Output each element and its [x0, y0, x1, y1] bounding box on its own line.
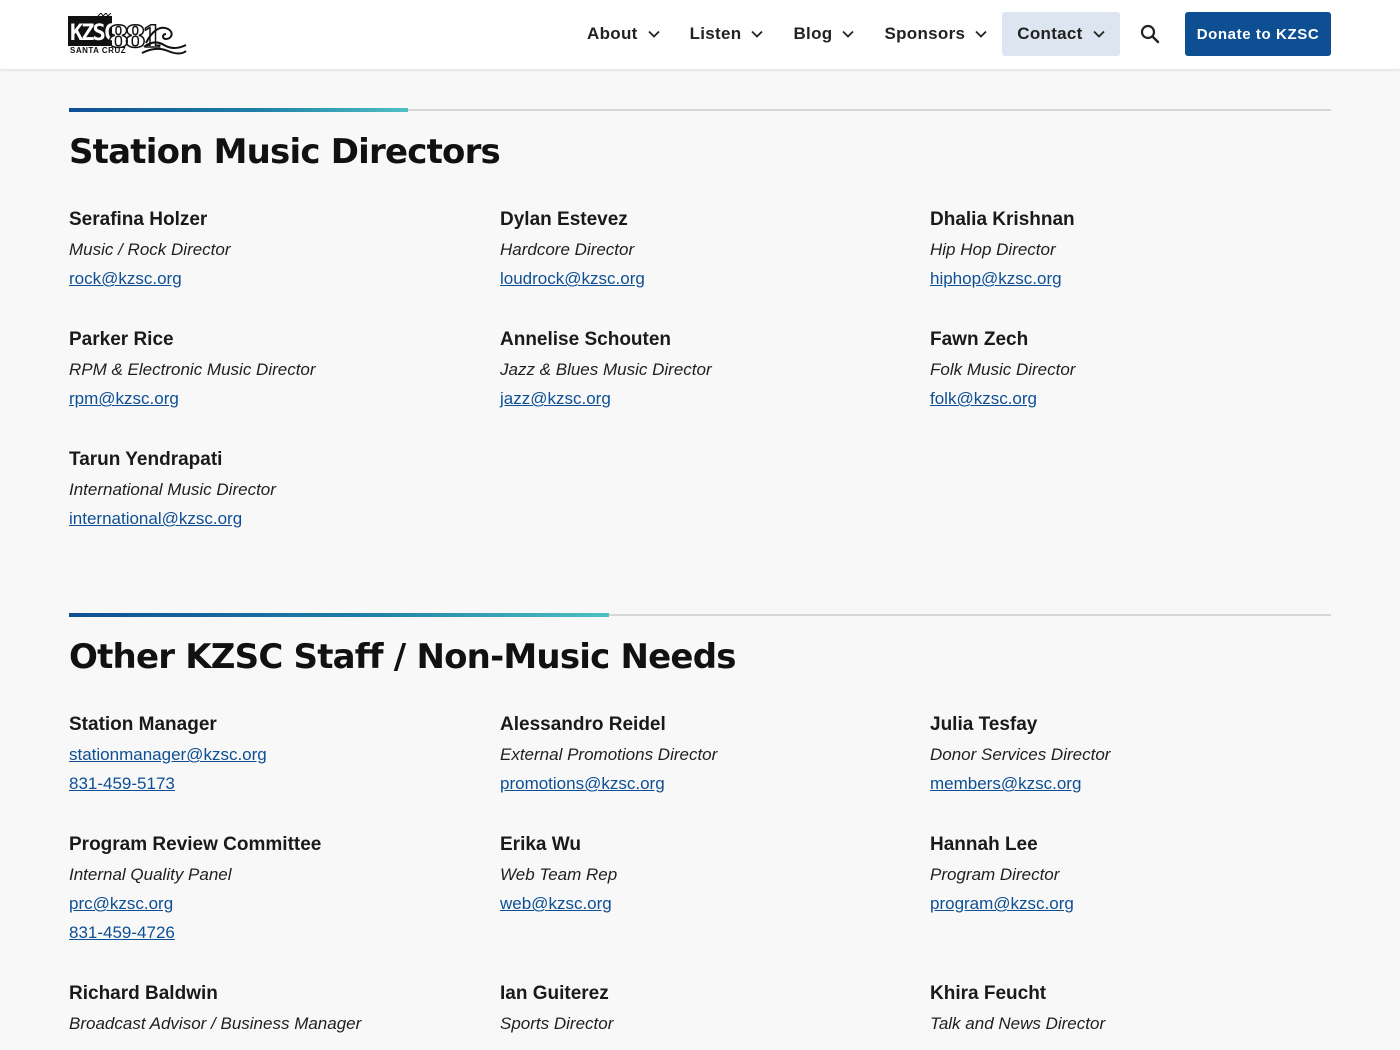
chevron-down-icon: [751, 30, 764, 38]
person-role: Talk and News Director: [930, 1014, 1106, 1033]
nav-about[interactable]: About: [572, 12, 675, 56]
person-card: Alessandro Reidel External Promotions Di…: [500, 713, 920, 796]
search-icon: [1140, 24, 1159, 44]
person-name: Parker Rice: [69, 329, 174, 350]
email-link[interactable]: stationmanager@kzsc.org: [69, 743, 489, 767]
person-role: Broadcast Advisor / Business Manager: [69, 1014, 362, 1033]
nav-listen[interactable]: Listen: [675, 12, 779, 56]
chevron-down-icon: [1093, 30, 1105, 38]
nav-sponsors[interactable]: Sponsors: [869, 12, 1002, 56]
person-role: Web Team Rep: [500, 865, 618, 884]
person-card: Dhalia Krishnan Hip Hop Director hiphop@…: [930, 208, 1350, 291]
person-role: Hip Hop Director: [930, 240, 1056, 259]
person-role: External Promotions Director: [500, 745, 718, 764]
person-role: Program Director: [930, 865, 1060, 884]
email-link[interactable]: program@kzsc.org: [930, 892, 1350, 916]
person-card: Ian Guiterez Sports Director: [500, 982, 920, 1036]
person-card: Khira Feucht Talk and News Director: [930, 982, 1350, 1036]
nav-blog-label: Blog: [793, 24, 833, 43]
main-nav: About Listen Blog Sponsors Contact: [572, 12, 1178, 56]
section-other-staff: Other KZSC Staff / Non-Music Needs Stati…: [69, 613, 1331, 1033]
person-role: Folk Music Director: [930, 360, 1076, 379]
nav-sponsors-label: Sponsors: [884, 24, 966, 43]
email-link[interactable]: international@kzsc.org: [69, 507, 489, 531]
section-music-directors: Station Music Directors Serafina Holzer …: [69, 108, 1331, 528]
person-card: Tarun Yendrapati International Music Dir…: [69, 448, 489, 531]
person-name: Annelise Schouten: [500, 329, 672, 350]
chevron-down-icon: [842, 30, 855, 38]
person-name: Erika Wu: [500, 834, 581, 855]
person-name: Fawn Zech: [930, 329, 1029, 350]
person-card: Annelise Schouten Jazz & Blues Music Dir…: [500, 328, 920, 411]
person-role: Music / Rock Director: [69, 240, 231, 259]
email-link[interactable]: web@kzsc.org: [500, 892, 920, 916]
person-name: Tarun Yendrapati: [69, 449, 223, 470]
email-link[interactable]: promotions@kzsc.org: [500, 772, 920, 796]
email-link[interactable]: loudrock@kzsc.org: [500, 267, 920, 291]
email-link[interactable]: jazz@kzsc.org: [500, 387, 920, 411]
person-card: Serafina Holzer Music / Rock Director ro…: [69, 208, 489, 291]
person-name: Program Review Committee: [69, 834, 322, 855]
nav-about-label: About: [587, 24, 638, 43]
person-card: Julia Tesfay Donor Services Director mem…: [930, 713, 1350, 796]
email-link[interactable]: prc@kzsc.org: [69, 892, 489, 916]
person-card: Station Manager stationmanager@kzsc.org …: [69, 713, 489, 796]
person-name: Ian Guiterez: [500, 983, 609, 1004]
person-name: Khira Feucht: [930, 983, 1047, 1004]
person-name: Julia Tesfay: [930, 714, 1038, 735]
email-link[interactable]: folk@kzsc.org: [930, 387, 1350, 411]
person-role: Internal Quality Panel: [69, 865, 232, 884]
section-title: Other KZSC Staff / Non-Music Needs: [69, 637, 736, 677]
search-button[interactable]: [1122, 12, 1178, 56]
site-header: KZSC SANTA CRUZ 881 About Listen Blog Sp…: [0, 0, 1400, 69]
person-name: Alessandro Reidel: [500, 714, 666, 735]
person-card: Fawn Zech Folk Music Director folk@kzsc.…: [930, 328, 1350, 411]
person-card: Dylan Estevez Hardcore Director loudrock…: [500, 208, 920, 291]
section-divider: [69, 108, 1331, 112]
person-name: Hannah Lee: [930, 834, 1038, 855]
email-link[interactable]: hiphop@kzsc.org: [930, 267, 1350, 291]
phone-link[interactable]: 831-459-4726: [69, 921, 489, 945]
person-role: International Music Director: [69, 480, 276, 499]
email-link[interactable]: rock@kzsc.org: [69, 267, 489, 291]
phone-link[interactable]: 831-459-5173: [69, 772, 489, 796]
person-card: Parker Rice RPM & Electronic Music Direc…: [69, 328, 489, 411]
person-role: Hardcore Director: [500, 240, 635, 259]
donate-button[interactable]: Donate to KZSC: [1185, 12, 1331, 56]
person-role: RPM & Electronic Music Director: [69, 360, 316, 379]
person-role: Sports Director: [500, 1014, 614, 1033]
person-name: Station Manager: [69, 714, 217, 735]
nav-contact-label: Contact: [1017, 24, 1083, 43]
person-card: Richard Baldwin Broadcast Advisor / Busi…: [69, 982, 489, 1036]
email-link[interactable]: rpm@kzsc.org: [69, 387, 489, 411]
nav-listen-label: Listen: [689, 24, 742, 43]
nav-contact[interactable]: Contact: [1002, 12, 1120, 56]
person-name: Serafina Holzer: [69, 209, 208, 230]
section-title: Station Music Directors: [69, 132, 501, 172]
person-role: Donor Services Director: [930, 745, 1111, 764]
chevron-down-icon: [647, 30, 660, 38]
person-role: Jazz & Blues Music Director: [500, 360, 712, 379]
email-link[interactable]: members@kzsc.org: [930, 772, 1350, 796]
kzsc-logo[interactable]: KZSC SANTA CRUZ 881: [68, 12, 188, 56]
person-card: Erika Wu Web Team Rep web@kzsc.org: [500, 833, 920, 916]
person-card: Program Review Committee Internal Qualit…: [69, 833, 489, 945]
chevron-down-icon: [975, 30, 987, 38]
person-name: Dhalia Krishnan: [930, 209, 1075, 230]
nav-blog[interactable]: Blog: [778, 12, 869, 56]
section-divider: [69, 613, 1331, 617]
person-card: Hannah Lee Program Director program@kzsc…: [930, 833, 1350, 916]
person-name: Richard Baldwin: [69, 983, 218, 1004]
person-name: Dylan Estevez: [500, 209, 628, 230]
